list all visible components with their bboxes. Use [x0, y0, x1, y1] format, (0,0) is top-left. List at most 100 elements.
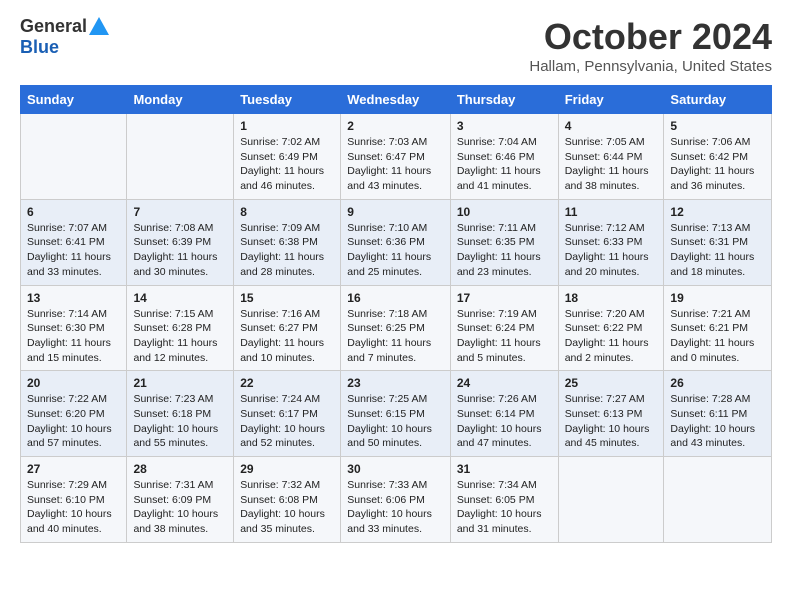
day-cell-content: Sunrise: 7:02 AMSunset: 6:49 PMDaylight:… [240, 135, 334, 194]
daylight-text: Daylight: 10 hours and 52 minutes. [240, 423, 325, 450]
sunset-text: Sunset: 6:11 PM [670, 408, 747, 420]
daylight-text: Daylight: 11 hours and 23 minutes. [457, 251, 541, 278]
daylight-text: Daylight: 11 hours and 10 minutes. [240, 337, 324, 364]
daylight-text: Daylight: 11 hours and 38 minutes. [565, 165, 649, 192]
sunset-text: Sunset: 6:28 PM [133, 322, 211, 334]
weekday-header-row: Sunday Monday Tuesday Wednesday Thursday… [21, 86, 772, 114]
calendar-cell: 7Sunrise: 7:08 AMSunset: 6:39 PMDaylight… [127, 199, 234, 285]
day-cell-content: Sunrise: 7:04 AMSunset: 6:46 PMDaylight:… [457, 135, 552, 194]
daylight-text: Daylight: 11 hours and 25 minutes. [347, 251, 431, 278]
day-cell-content: Sunrise: 7:34 AM Sunset: 6:05 PM Daylight:… [457, 478, 552, 537]
sunrise-text: Sunrise: 7:05 AM [565, 136, 645, 148]
header-monday: Monday [127, 86, 234, 114]
sunrise-text: Sunrise: 7:24 AM [240, 393, 320, 405]
calendar-cell: 6 Sunrise: 7:07 AMSunset: 6:41 PMDaylight… [21, 199, 127, 285]
calendar-cell: 22Sunrise: 7:24 AMSunset: 6:17 PMDayligh… [234, 371, 341, 457]
day-number: 25 [565, 376, 658, 390]
calendar-cell: 24 Sunrise: 7:26 AMSunset: 6:14 PMDayligh… [450, 371, 558, 457]
sunset-text: Sunset: 6:20 PM [27, 408, 105, 420]
header: General Blue October 2024 Hallam, Pennsy… [20, 16, 772, 75]
sunset-text: Sunset: 6:33 PM [565, 236, 643, 248]
sunset-text: Sunset: 6:17 PM [240, 408, 318, 420]
sunrise-text: Sunrise: 7:32 AM [240, 479, 320, 491]
calendar-cell: 25 Sunrise: 7:27 AMSunset: 6:13 PMDayligh… [558, 371, 664, 457]
calendar-week-row-4: 20 Sunrise: 7:22 AMSunset: 6:20 PMDayligh… [21, 371, 772, 457]
day-cell-content: Sunrise: 7:08 AMSunset: 6:39 PMDaylight:… [133, 221, 227, 280]
calendar-cell: 5 Sunrise: 7:06 AMSunset: 6:42 PMDaylight… [664, 114, 772, 200]
day-cell-content: Sunrise: 7:23 AM Sunset: 6:18 PM Daylight:… [133, 392, 227, 451]
calendar-cell: 2Sunrise: 7:03 AMSunset: 6:47 PMDaylight… [341, 114, 451, 200]
day-cell-content: Sunrise: 7:22 AMSunset: 6:20 PMDaylight:… [27, 392, 120, 451]
daylight-text: Daylight: 10 hours and 55 minutes. [133, 423, 218, 450]
calendar-cell: 8Sunrise: 7:09 AMSunset: 6:38 PMDaylight… [234, 199, 341, 285]
sunrise-text: Sunrise: 7:27 AM [565, 393, 645, 405]
sunrise-text: Sunrise: 7:34 AM [457, 479, 537, 491]
day-cell-content: Sunrise: 7:25 AMSunset: 6:15 PMDaylight:… [347, 392, 444, 451]
day-number: 9 [347, 205, 444, 219]
daylight-text: Daylight: 10 hours and 47 minutes. [457, 423, 542, 450]
calendar-cell: 21Sunrise: 7:23 AMSunset: 6:18 PMDayligh… [127, 371, 234, 457]
day-number: 29 [240, 462, 334, 476]
day-number: 13 [27, 291, 120, 305]
day-cell-content: Sunrise: 7:26 AMSunset: 6:14 PMDaylight:… [457, 392, 552, 451]
day-cell-content: Sunrise: 7:03 AMSunset: 6:47 PMDaylight:… [347, 135, 444, 194]
calendar-cell: 28Sunrise: 7:31 AMSunset: 6:09 PMDayligh… [127, 457, 234, 543]
calendar-cell: 3Sunrise: 7:04 AMSunset: 6:46 PMDaylight… [450, 114, 558, 200]
sunset-text: Sunset: 6:39 PM [133, 236, 211, 248]
day-number: 6 [27, 205, 120, 219]
daylight-text: Daylight: 10 hours and 50 minutes. [347, 423, 432, 450]
month-title: October 2024 [529, 16, 772, 58]
sunrise-text: Sunrise: 7:26 AM [457, 393, 537, 405]
calendar-cell [558, 457, 664, 543]
calendar-cell: 26Sunrise: 7:28 AMSunset: 6:11 PMDayligh… [664, 371, 772, 457]
sunrise-text: Sunrise: 7:07 AM [27, 222, 107, 234]
day-number: 8 [240, 205, 334, 219]
header-thursday: Thursday [450, 86, 558, 114]
calendar-cell: 9 Sunrise: 7:10 AMSunset: 6:36 PMDaylight… [341, 199, 451, 285]
day-cell-content: Sunrise: 7:29 AMSunset: 6:10 PMDaylight:… [27, 478, 120, 537]
day-cell-content: Sunrise: 7:33 AMSunset: 6:06 PMDaylight:… [347, 478, 444, 537]
daylight-text: Daylight: 10 hours and 43 minutes. [670, 423, 755, 450]
sunrise-text: Sunrise: 7:13 AM [670, 222, 750, 234]
sunset-text: Sunset: 6:18 PM [133, 408, 211, 420]
day-number: 16 [347, 291, 444, 305]
sunset-text: Sunset: 6:38 PM [240, 236, 318, 248]
logo-general: General [20, 16, 87, 37]
daylight-text: Daylight: 11 hours and 12 minutes. [133, 337, 217, 364]
day-cell-content: Sunrise: 7:27 AMSunset: 6:13 PMDaylight:… [565, 392, 658, 451]
day-number: 26 [670, 376, 765, 390]
day-cell-content: Sunrise: 7:18 AMSunset: 6:25 PMDaylight:… [347, 307, 444, 366]
sunrise-text: Sunrise: 7:23 AM [133, 393, 213, 405]
logo-blue: Blue [20, 37, 59, 58]
calendar-cell: 17Sunrise: 7:19 AMSunset: 6:24 PMDayligh… [450, 285, 558, 371]
calendar-cell: 30Sunrise: 7:33 AMSunset: 6:06 PMDayligh… [341, 457, 451, 543]
day-number: 18 [565, 291, 658, 305]
header-tuesday: Tuesday [234, 86, 341, 114]
sunset-text: Sunset: 6:08 PM [240, 494, 318, 506]
daylight-text: Daylight: 10 hours and 31 minutes. [457, 508, 542, 535]
calendar-week-row-5: 27Sunrise: 7:29 AMSunset: 6:10 PMDayligh… [21, 457, 772, 543]
day-number: 14 [133, 291, 227, 305]
sunrise-text: Sunrise: 7:31 AM [133, 479, 213, 491]
day-number: 4 [565, 119, 658, 133]
sunrise-text: Sunrise: 7:15 AM [133, 308, 213, 320]
calendar-cell: 29Sunrise: 7:32 AMSunset: 6:08 PMDayligh… [234, 457, 341, 543]
daylight-text: Daylight: 11 hours and 0 minutes. [670, 337, 754, 364]
sunset-text: Sunset: 6:05 PM [457, 494, 535, 506]
sunrise-text: Sunrise: 7:06 AM [670, 136, 750, 148]
calendar-cell: 1Sunrise: 7:02 AMSunset: 6:49 PMDaylight… [234, 114, 341, 200]
day-number: 15 [240, 291, 334, 305]
daylight-text: Daylight: 11 hours and 33 minutes. [27, 251, 111, 278]
day-cell-content: Sunrise: 7:10 AMSunset: 6:36 PMDaylight:… [347, 221, 444, 280]
day-number: 20 [27, 376, 120, 390]
day-cell-content: Sunrise: 7:11 AMSunset: 6:35 PMDaylight:… [457, 221, 552, 280]
calendar-cell [21, 114, 127, 200]
sunset-text: Sunset: 6:47 PM [347, 151, 425, 163]
day-cell-content: Sunrise: 7:19 AMSunset: 6:24 PMDaylight:… [457, 307, 552, 366]
day-number: 24 [457, 376, 552, 390]
calendar-cell: 19Sunrise: 7:21 AMSunset: 6:21 PMDayligh… [664, 285, 772, 371]
day-cell-content: Sunrise: 7:07 AMSunset: 6:41 PMDaylight:… [27, 221, 120, 280]
day-number: 5 [670, 119, 765, 133]
header-saturday: Saturday [664, 86, 772, 114]
day-cell-content: Sunrise: 7:06 AMSunset: 6:42 PMDaylight:… [670, 135, 765, 194]
